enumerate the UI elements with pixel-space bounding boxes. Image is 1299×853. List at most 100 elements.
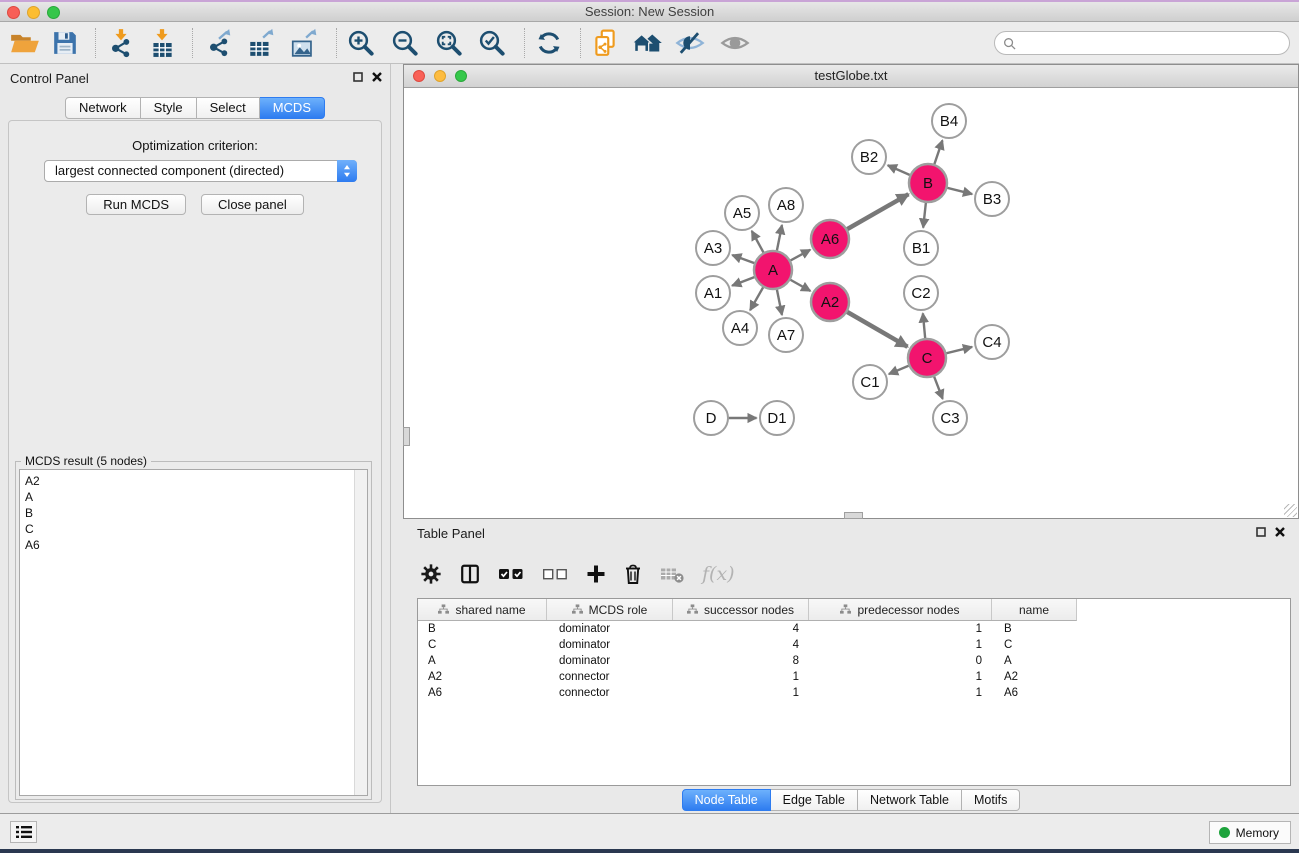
zoom-network-window-button[interactable] (455, 70, 467, 82)
mcds-result-list[interactable]: A2 A B C A6 (19, 469, 368, 796)
graph-node-B1[interactable]: B1 (904, 231, 938, 265)
close-network-window-button[interactable] (413, 70, 425, 82)
graph-node-A6[interactable]: A6 (811, 220, 849, 258)
network-canvas[interactable]: B4B2BB3A8A5A6A3B1AA1C2A2A4A7C4CC1C3DD1 (404, 88, 1298, 518)
graph-node-A8[interactable]: A8 (769, 188, 803, 222)
cell-name[interactable]: A (992, 655, 1076, 667)
graph-node-C1[interactable]: C1 (853, 365, 887, 399)
splitter-handle-bottom[interactable] (844, 512, 863, 519)
show-task-history-button[interactable] (10, 821, 37, 843)
result-item[interactable]: A6 (25, 537, 367, 553)
graph-node-C2[interactable]: C2 (904, 276, 938, 310)
cell-name[interactable]: A2 (992, 671, 1076, 683)
close-panel-icon[interactable] (1275, 527, 1285, 537)
graph-node-A1[interactable]: A1 (696, 276, 730, 310)
cell-successor-nodes[interactable]: 8 (673, 655, 809, 667)
result-item[interactable]: A2 (25, 473, 367, 489)
tab-select[interactable]: Select (197, 97, 260, 119)
cell-predecessor-nodes[interactable]: 0 (809, 655, 992, 667)
result-item[interactable]: C (25, 521, 367, 537)
home-icon[interactable] (629, 25, 667, 61)
column-header-predecessor-nodes[interactable]: predecessor nodes (809, 599, 992, 620)
node-table[interactable]: shared name MCDS role successor nodes pr… (417, 598, 1291, 786)
graph-node-A5[interactable]: A5 (725, 196, 759, 230)
add-row-icon[interactable] (586, 564, 606, 584)
close-panel-icon[interactable] (372, 72, 382, 82)
zoom-in-icon[interactable] (342, 25, 380, 61)
column-settings-icon[interactable] (420, 563, 442, 585)
cell-successor-nodes[interactable]: 1 (673, 687, 809, 699)
clone-network-icon[interactable] (586, 25, 624, 61)
memory-button[interactable]: Memory (1209, 821, 1291, 844)
tab-style[interactable]: Style (141, 97, 197, 119)
float-panel-icon[interactable] (353, 72, 363, 82)
search-box[interactable] (994, 31, 1290, 55)
table-row[interactable]: Cdominator41C (418, 637, 1290, 653)
cell-predecessor-nodes[interactable]: 1 (809, 639, 992, 651)
cell-mcds-role[interactable]: dominator (547, 655, 673, 667)
column-header-mcds-role[interactable]: MCDS role (547, 599, 673, 620)
graph-node-B[interactable]: B (909, 164, 947, 202)
zoom-out-icon[interactable] (386, 25, 424, 61)
graph-node-A4[interactable]: A4 (723, 311, 757, 345)
cell-predecessor-nodes[interactable]: 1 (809, 687, 992, 699)
tab-mcds[interactable]: MCDS (260, 97, 325, 119)
cell-successor-nodes[interactable]: 4 (673, 623, 809, 635)
search-input[interactable] (1021, 35, 1281, 51)
delete-rows-icon[interactable] (623, 563, 643, 585)
column-header-shared-name[interactable]: shared name (418, 599, 547, 620)
tab-network-table[interactable]: Network Table (858, 789, 962, 811)
tab-motifs[interactable]: Motifs (962, 789, 1020, 811)
cell-shared-name[interactable]: A (418, 655, 547, 667)
cell-mcds-role[interactable]: connector (547, 671, 673, 683)
tab-network[interactable]: Network (65, 97, 141, 119)
graph-node-A2[interactable]: A2 (811, 283, 849, 321)
import-table-icon[interactable] (143, 25, 181, 61)
cell-name[interactable]: C (992, 639, 1076, 651)
graph-node-A7[interactable]: A7 (769, 318, 803, 352)
export-table-icon[interactable] (242, 25, 280, 61)
cell-shared-name[interactable]: C (418, 639, 547, 651)
cell-shared-name[interactable]: B (418, 623, 547, 635)
unselect-all-icon[interactable] (542, 566, 569, 582)
column-header-successor-nodes[interactable]: successor nodes (673, 599, 809, 620)
network-window-titlebar[interactable]: testGlobe.txt (404, 65, 1298, 88)
cell-shared-name[interactable]: A6 (418, 687, 547, 699)
splitter-handle-left[interactable] (403, 427, 410, 446)
cell-predecessor-nodes[interactable]: 1 (809, 623, 992, 635)
cell-name[interactable]: A6 (992, 687, 1076, 699)
export-image-icon[interactable] (285, 25, 323, 61)
close-panel-button[interactable]: Close panel (201, 194, 304, 215)
column-header-name[interactable]: name (992, 599, 1076, 620)
table-row[interactable]: A6connector11A6 (418, 685, 1290, 701)
zoom-window-button[interactable] (47, 6, 60, 19)
cell-name[interactable]: B (992, 623, 1076, 635)
run-mcds-button[interactable]: Run MCDS (86, 194, 186, 215)
resize-grip-icon[interactable] (1284, 504, 1297, 517)
refresh-icon[interactable] (530, 25, 568, 61)
float-panel-icon[interactable] (1256, 527, 1266, 537)
tab-node-table[interactable]: Node Table (682, 789, 771, 811)
minimize-window-button[interactable] (27, 6, 40, 19)
graph-node-D1[interactable]: D1 (760, 401, 794, 435)
graph-node-D[interactable]: D (694, 401, 728, 435)
cell-shared-name[interactable]: A2 (418, 671, 547, 683)
graph-node-A[interactable]: A (754, 251, 792, 289)
close-window-button[interactable] (7, 6, 20, 19)
cell-predecessor-nodes[interactable]: 1 (809, 671, 992, 683)
result-item[interactable]: A (25, 489, 367, 505)
graph-node-A3[interactable]: A3 (696, 231, 730, 265)
result-item[interactable]: B (25, 505, 367, 521)
graph-node-B3[interactable]: B3 (975, 182, 1009, 216)
graph-node-C[interactable]: C (908, 339, 946, 377)
select-all-icon[interactable] (498, 566, 525, 582)
optimization-criterion-select[interactable]: largest connected component (directed) (44, 160, 357, 182)
toggle-panel-icon[interactable] (459, 563, 481, 585)
import-network-icon[interactable] (102, 25, 140, 61)
cell-mcds-role[interactable]: connector (547, 687, 673, 699)
cell-mcds-role[interactable]: dominator (547, 639, 673, 651)
cell-mcds-role[interactable]: dominator (547, 623, 673, 635)
result-list-scrollbar[interactable] (354, 470, 367, 795)
cell-successor-nodes[interactable]: 1 (673, 671, 809, 683)
save-session-icon[interactable] (46, 25, 84, 61)
